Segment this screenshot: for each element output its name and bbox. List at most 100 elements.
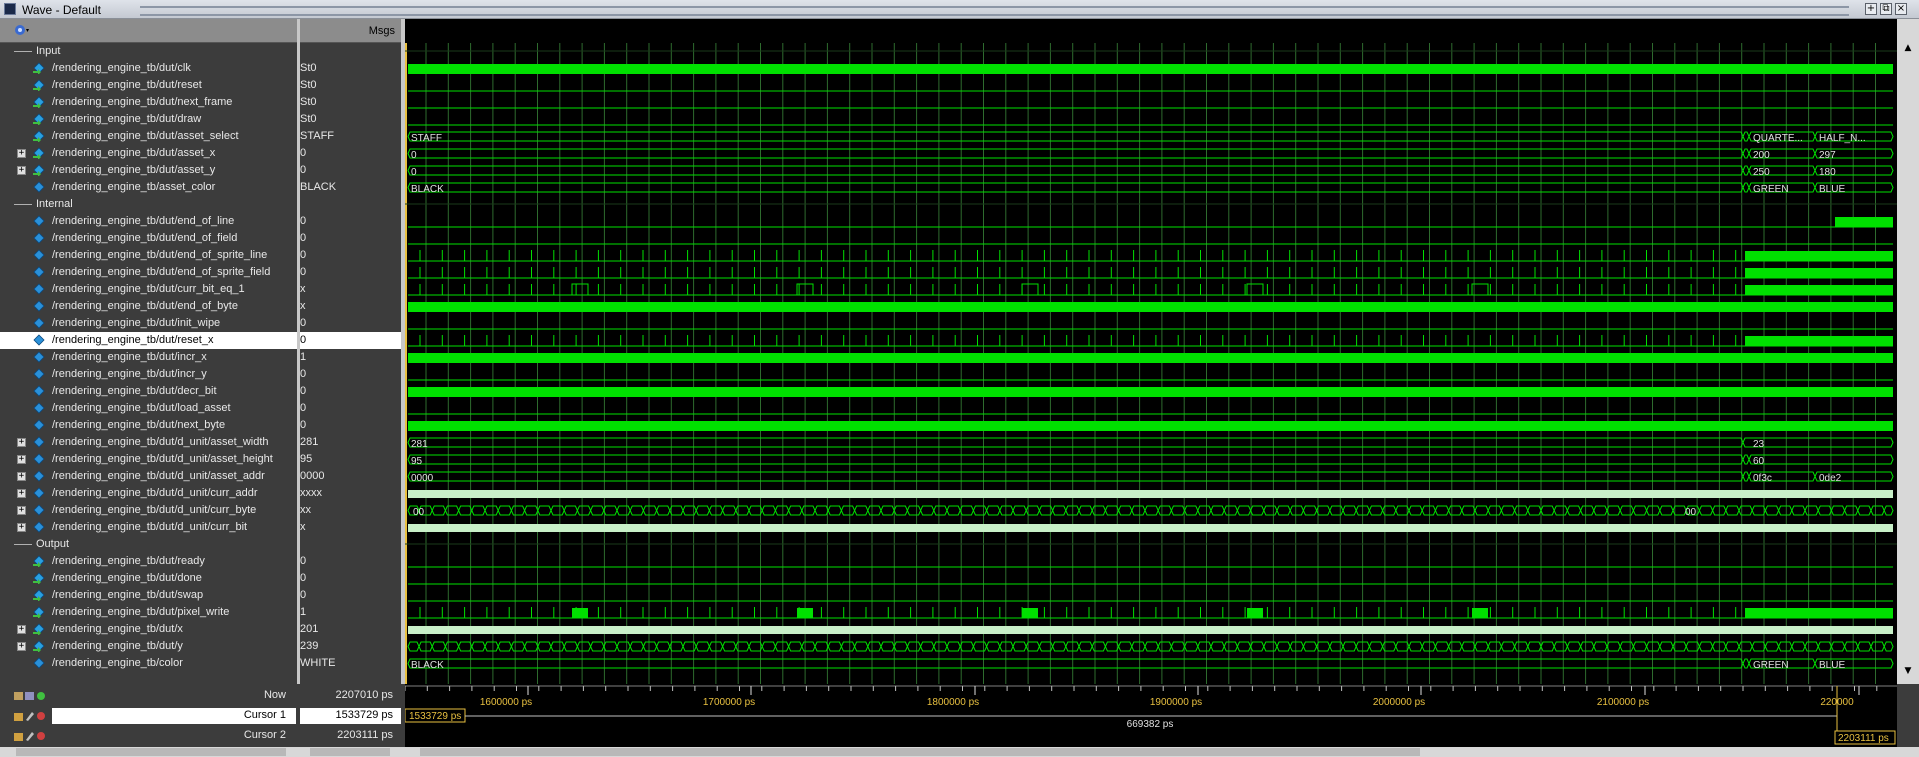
signal-value-row[interactable]: 0: [300, 366, 401, 383]
signal-row[interactable]: /rendering_engine_tb/dut/swap: [0, 587, 297, 604]
signal-value-row[interactable]: St0: [300, 94, 401, 111]
signal-value-row[interactable]: x: [300, 298, 401, 315]
signal-value-row[interactable]: 0: [300, 553, 401, 570]
signal-row[interactable]: /rendering_engine_tb/dut/next_frame: [0, 94, 297, 111]
signal-value-row[interactable]: 0: [300, 247, 401, 264]
waveform-area[interactable]: STAFF QUARTE... HALF_N... 0 200 297 0 250 180 BLA…: [405, 19, 1897, 684]
signal-value-row[interactable]: 0: [300, 587, 401, 604]
signal-row[interactable]: /rendering_engine_tb/dut/curr_bit_eq_1: [0, 281, 297, 298]
signal-row[interactable]: + /rendering_engine_tb/dut/d_unit/curr_ad…: [0, 485, 297, 502]
scroll-down-icon[interactable]: ▼: [1902, 666, 1914, 678]
signal-row[interactable]: /rendering_engine_tb/dut/load_asset: [0, 400, 297, 417]
expand-plus-icon[interactable]: +: [17, 506, 26, 515]
signal-row[interactable]: /rendering_engine_tb/dut/incr_x: [0, 349, 297, 366]
expand-plus-icon[interactable]: +: [17, 166, 26, 175]
signal-value-row[interactable]: 0: [300, 162, 401, 179]
signal-value-row[interactable]: 1: [300, 604, 401, 621]
close-button[interactable]: ×: [1895, 3, 1907, 15]
wave-toolbar-icon[interactable]: [14, 23, 30, 37]
signal-value-row[interactable]: 0: [300, 213, 401, 230]
signal-row[interactable]: /rendering_engine_tb/color: [0, 655, 297, 672]
signal-value-row[interactable]: WHITE: [300, 655, 401, 672]
signal-value-row[interactable]: 201: [300, 621, 401, 638]
expand-plus-icon[interactable]: +: [17, 455, 26, 464]
signal-row[interactable]: /rendering_engine_tb/dut/asset_select: [0, 128, 297, 145]
signal-row[interactable]: + /rendering_engine_tb/dut/d_unit/asset_a…: [0, 468, 297, 485]
signal-row[interactable]: + /rendering_engine_tb/dut/x: [0, 621, 297, 638]
signal-row[interactable]: /rendering_engine_tb/dut/reset_x: [0, 332, 297, 349]
values-scroll-thumb[interactable]: [310, 748, 390, 756]
cursor1-icons[interactable]: [14, 710, 50, 722]
signal-value-row[interactable]: 0: [300, 264, 401, 281]
signal-row[interactable]: /rendering_engine_tb/dut/end_of_sprite_f…: [0, 264, 297, 281]
signal-row[interactable]: /rendering_engine_tb/dut/init_wipe: [0, 315, 297, 332]
signal-value-row[interactable]: BLACK: [300, 179, 401, 196]
signal-value-row[interactable]: St0: [300, 60, 401, 77]
expand-plus-icon[interactable]: +: [17, 642, 26, 651]
vertical-scrollbar[interactable]: ▲ ▼: [1897, 19, 1919, 684]
expand-plus-icon[interactable]: +: [17, 438, 26, 447]
signal-row[interactable]: /rendering_engine_tb/dut/draw: [0, 111, 297, 128]
expand-plus-icon[interactable]: +: [17, 472, 26, 481]
signal-value-row[interactable]: 0: [300, 230, 401, 247]
group-input[interactable]: Input: [0, 43, 297, 60]
expand-plus-icon[interactable]: +: [17, 625, 26, 634]
signal-row[interactable]: /rendering_engine_tb/dut/end_of_field: [0, 230, 297, 247]
signal-value-row[interactable]: 0: [300, 383, 401, 400]
signal-value-row[interactable]: 0000: [300, 468, 401, 485]
signal-row[interactable]: /rendering_engine_tb/dut/incr_y: [0, 366, 297, 383]
scroll-up-icon[interactable]: ▲: [1902, 43, 1914, 55]
signal-row[interactable]: /rendering_engine_tb/dut/end_of_sprite_l…: [0, 247, 297, 264]
signal-row[interactable]: + /rendering_engine_tb/dut/d_unit/asset_h…: [0, 451, 297, 468]
wave-scroll-thumb[interactable]: [420, 748, 1420, 756]
signal-value-row[interactable]: x: [300, 519, 401, 536]
signal-value-row[interactable]: St0: [300, 111, 401, 128]
signal-value-row[interactable]: 0: [300, 332, 401, 349]
signal-value-row[interactable]: 0: [300, 400, 401, 417]
group-internal[interactable]: Internal: [0, 196, 297, 213]
signal-value-row[interactable]: xxxx: [300, 485, 401, 502]
signal-row[interactable]: /rendering_engine_tb/dut/ready: [0, 553, 297, 570]
signal-row[interactable]: + /rendering_engine_tb/dut/d_unit/curr_by…: [0, 502, 297, 519]
signal-row[interactable]: /rendering_engine_tb/dut/clk: [0, 60, 297, 77]
signal-value-row[interactable]: 95: [300, 451, 401, 468]
signal-row[interactable]: /rendering_engine_tb/dut/done: [0, 570, 297, 587]
signal-value-row[interactable]: x: [300, 281, 401, 298]
horizontal-scrollbar[interactable]: [0, 747, 1919, 757]
cursor2-icons[interactable]: [14, 730, 50, 742]
expand-plus-icon[interactable]: +: [17, 523, 26, 532]
timeline-ruler[interactable]: 1600000 ps 1700000 ps 1800000 ps 1900000 ps…: [405, 684, 1897, 747]
expand-plus-icon[interactable]: +: [17, 489, 26, 498]
signal-value-row[interactable]: STAFF: [300, 128, 401, 145]
signal-value-row[interactable]: 0: [300, 570, 401, 587]
signal-row[interactable]: + /rendering_engine_tb/dut/d_unit/asset_w…: [0, 434, 297, 451]
cursor2-row[interactable]: Cursor 2 2203111 ps: [0, 726, 405, 746]
signal-row[interactable]: + /rendering_engine_tb/dut/asset_x: [0, 145, 297, 162]
signal-value-row[interactable]: 281: [300, 434, 401, 451]
now-icons[interactable]: [14, 690, 50, 702]
signal-value-row[interactable]: 0: [300, 417, 401, 434]
signal-row[interactable]: /rendering_engine_tb/dut/pixel_write: [0, 604, 297, 621]
signal-row[interactable]: /rendering_engine_tb/dut/decr_bit: [0, 383, 297, 400]
cursor1-row[interactable]: Cursor 1 1533729 ps: [0, 706, 405, 726]
signal-row[interactable]: /rendering_engine_tb/asset_color: [0, 179, 297, 196]
signal-value-row[interactable]: 0: [300, 145, 401, 162]
signal-row[interactable]: /rendering_engine_tb/dut/next_byte: [0, 417, 297, 434]
signal-value-row[interactable]: 0: [300, 315, 401, 332]
signal-value-row[interactable]: 239: [300, 638, 401, 655]
undock-button[interactable]: ⧉: [1880, 3, 1892, 15]
signal-row[interactable]: + /rendering_engine_tb/dut/asset_y: [0, 162, 297, 179]
signal-row[interactable]: /rendering_engine_tb/dut/end_of_line: [0, 213, 297, 230]
title-grip[interactable]: [140, 6, 1849, 16]
signal-row[interactable]: /rendering_engine_tb/dut/end_of_byte: [0, 298, 297, 315]
signal-value-row[interactable]: 1: [300, 349, 401, 366]
group-output[interactable]: Output: [0, 536, 297, 553]
signal-value-row[interactable]: St0: [300, 77, 401, 94]
expand-plus-icon[interactable]: +: [17, 149, 26, 158]
signal-row[interactable]: + /rendering_engine_tb/dut/d_unit/curr_bi…: [0, 519, 297, 536]
signal-row[interactable]: /rendering_engine_tb/dut/reset: [0, 77, 297, 94]
dock-button[interactable]: +: [1865, 3, 1877, 15]
signal-row[interactable]: + /rendering_engine_tb/dut/y: [0, 638, 297, 655]
signal-value-row[interactable]: xx: [300, 502, 401, 519]
names-scroll-thumb[interactable]: [16, 748, 286, 756]
